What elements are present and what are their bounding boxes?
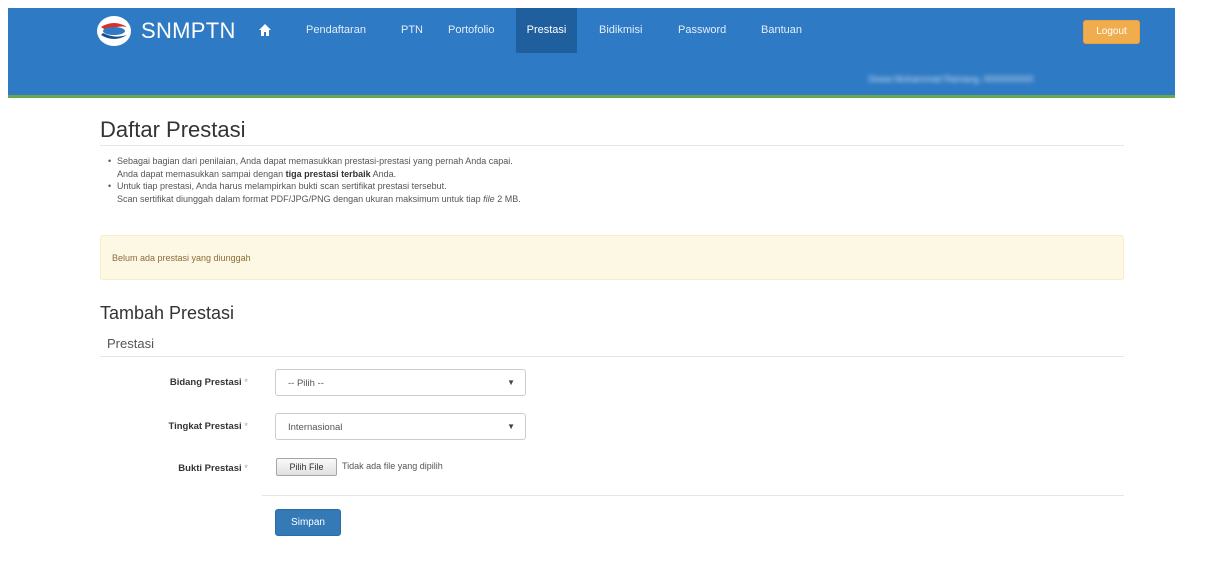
dropdown-caret-icon: ▼ (507, 378, 515, 387)
tingkat-select[interactable]: Internasional ▼ (275, 413, 526, 440)
tingkat-label: Tingkat Prestasi * (168, 421, 248, 432)
page-title: Daftar Prestasi (100, 117, 246, 142)
title-divider (100, 145, 1124, 146)
navbar: SNMPTN Pendaftaran PTN Portofolio Presta… (8, 8, 1175, 98)
snmptn-logo (95, 15, 133, 47)
brand-title: SNMPTN (141, 18, 236, 43)
info-item: • Sebagai bagian dari penilaian, Anda da… (108, 155, 1118, 180)
logout-button[interactable]: Logout (1083, 20, 1140, 44)
brand[interactable]: SNMPTN (95, 15, 236, 47)
info-line: Anda dapat memasukkan sampai dengan tiga… (117, 168, 397, 179)
user-name: Siswa Muhammad Ramang, 0000000000 (868, 74, 1034, 84)
file-status: Tidak ada file yang dipilih (342, 461, 443, 471)
nav-item-prestasi[interactable]: Prestasi (516, 8, 577, 53)
info-item: • Untuk tiap prestasi, Anda harus melamp… (108, 180, 1118, 205)
form-divider (262, 495, 1124, 496)
nav-item-password[interactable]: Password (678, 8, 726, 53)
nav-item-pendaftaran[interactable]: Pendaftaran (297, 8, 375, 53)
nav-item-bantuan[interactable]: Bantuan (761, 8, 802, 53)
form-legend: Prestasi (107, 336, 154, 351)
empty-alert: Belum ada prestasi yang diunggah (100, 235, 1124, 280)
save-button[interactable]: Simpan (275, 509, 341, 536)
info-line: Sebagai bagian dari penilaian, Anda dapa… (117, 156, 513, 166)
nav-item-portofolio[interactable]: Portofolio (439, 8, 503, 53)
bidang-label: Bidang Prestasi * (169, 377, 248, 388)
nav-top: SNMPTN Pendaftaran PTN Portofolio Presta… (8, 8, 1175, 53)
legend-divider (100, 356, 1124, 357)
home-icon[interactable] (258, 23, 272, 37)
alert-text: Belum ada prestasi yang diunggah (112, 253, 251, 263)
bidang-select[interactable]: -- Pilih -- ▼ (275, 369, 526, 396)
dropdown-caret-icon: ▼ (507, 422, 515, 431)
bukti-label: Bukti Prestasi * (178, 463, 248, 474)
bidang-value: -- Pilih -- (288, 378, 324, 389)
info-line: Untuk tiap prestasi, Anda harus melampir… (117, 181, 447, 191)
nav-item-bidikmisi[interactable]: Bidikmisi (599, 8, 642, 53)
choose-file-button[interactable]: Pilih File (276, 458, 337, 476)
info-line: Scan sertifikat diunggah dalam format PD… (117, 193, 521, 204)
form-title: Tambah Prestasi (100, 303, 235, 323)
nav-item-ptn[interactable]: PTN (392, 8, 432, 53)
tingkat-value: Internasional (288, 422, 343, 433)
info-list: • Sebagai bagian dari penilaian, Anda da… (108, 155, 1118, 205)
